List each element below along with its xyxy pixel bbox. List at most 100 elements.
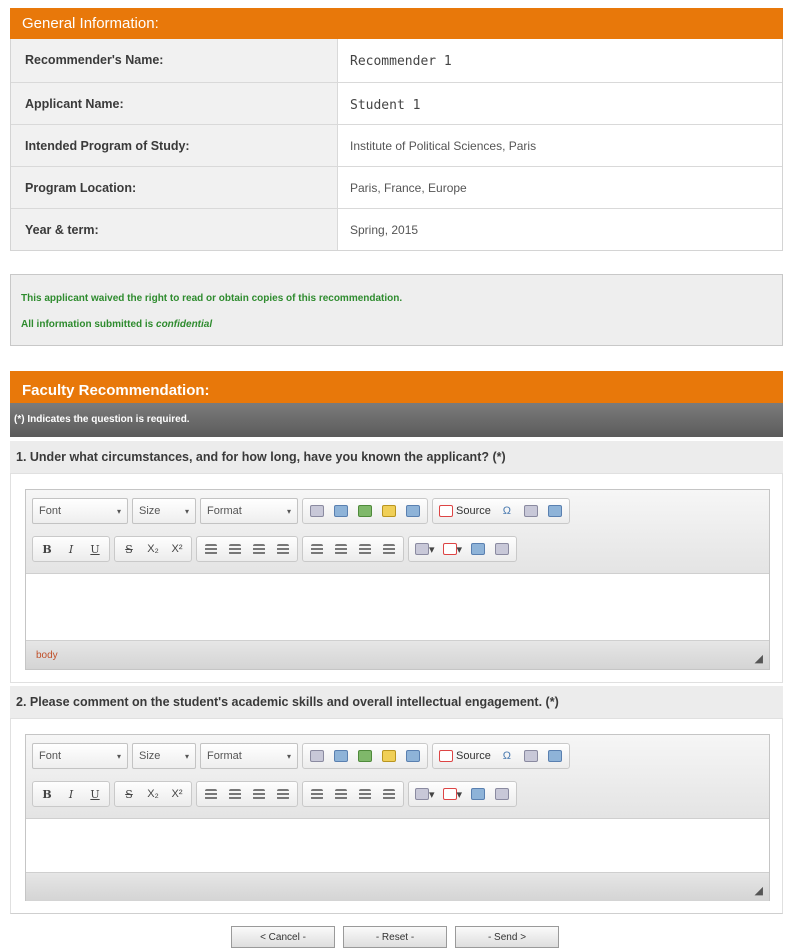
special-char-icon[interactable]: Ω [496, 500, 518, 522]
anchor-icon[interactable] [330, 500, 352, 522]
list-group [302, 536, 404, 562]
list-group [302, 781, 404, 807]
format-combo[interactable]: Format ▾ [200, 743, 298, 769]
align-justify-icon[interactable] [272, 783, 294, 805]
text-color-icon[interactable]: ▾ [412, 538, 438, 560]
font-combo[interactable]: Font ▾ [32, 498, 128, 524]
preview-icon[interactable] [491, 538, 513, 560]
editor-content-area[interactable] [26, 574, 769, 640]
page-break-icon[interactable] [520, 745, 542, 767]
align-right-icon[interactable] [248, 538, 270, 560]
indent-icon[interactable] [378, 783, 400, 805]
strikethrough-button[interactable]: S [118, 538, 140, 560]
reset-button[interactable]: - Reset - [343, 926, 447, 948]
text-color-icon[interactable]: ▾ [412, 783, 438, 805]
info-row-recommender: Recommender's Name: Recommender 1 [11, 39, 782, 82]
bulleted-list-icon[interactable] [330, 538, 352, 560]
maximize-icon[interactable] [544, 500, 566, 522]
preview-icon[interactable] [491, 783, 513, 805]
maximize-icon[interactable] [544, 745, 566, 767]
remove-format-icon[interactable] [467, 538, 489, 560]
bg-color-icon[interactable]: ▾ [440, 783, 466, 805]
align-left-icon[interactable] [200, 538, 222, 560]
subscript-button[interactable]: X₂ [142, 783, 164, 805]
bg-color-icon[interactable]: ▾ [440, 538, 466, 560]
outdent-icon[interactable] [354, 538, 376, 560]
font-combo-label: Font [39, 750, 62, 762]
info-label: Program Location: [11, 167, 337, 208]
element-path[interactable]: body [36, 650, 58, 661]
underline-button[interactable]: U [84, 538, 106, 560]
link-icon[interactable] [306, 500, 328, 522]
numbered-list-icon[interactable] [306, 783, 328, 805]
underline-button[interactable]: U [84, 783, 106, 805]
format-combo-label: Format [207, 505, 242, 517]
strikethrough-button[interactable]: S [118, 783, 140, 805]
resize-handle-icon[interactable]: ◢ [755, 652, 763, 665]
size-combo[interactable]: Size ▾ [132, 498, 196, 524]
color-group: ▾ ▾ [408, 536, 518, 562]
source-icon [439, 750, 453, 762]
align-center-icon[interactable] [224, 538, 246, 560]
basic-style-group: B I U [32, 536, 110, 562]
format-combo-label: Format [207, 750, 242, 762]
italic-button[interactable]: I [60, 783, 82, 805]
insert-group [302, 743, 428, 769]
table-icon[interactable] [402, 500, 424, 522]
confidential-text: All information submitted is confidentia… [21, 319, 212, 330]
bulleted-list-icon[interactable] [330, 783, 352, 805]
info-row-program: Intended Program of Study: Institute of … [11, 124, 782, 166]
flash-icon[interactable] [378, 745, 400, 767]
editor-toolbar: Font ▾ Size ▾ Format ▾ Source Ω B I U S … [26, 735, 769, 819]
font-combo-label: Font [39, 505, 62, 517]
superscript-button[interactable]: X² [166, 538, 188, 560]
subscript-button[interactable]: X₂ [142, 538, 164, 560]
size-combo-label: Size [139, 505, 161, 517]
remove-format-icon[interactable] [467, 783, 489, 805]
table-icon[interactable] [402, 745, 424, 767]
special-char-icon[interactable]: Ω [496, 745, 518, 767]
question-2: 2. Please comment on the student's acade… [10, 686, 783, 718]
bold-button[interactable]: B [36, 538, 58, 560]
color-group: ▾ ▾ [408, 781, 518, 807]
align-center-icon[interactable] [224, 783, 246, 805]
chevron-down-icon: ▾ [184, 506, 189, 516]
cancel-button[interactable]: < Cancel - [231, 926, 335, 948]
italic-button[interactable]: I [60, 538, 82, 560]
editor-status-bar: ◢ [26, 872, 769, 901]
superscript-button[interactable]: X² [166, 783, 188, 805]
align-group [196, 536, 298, 562]
info-label: Recommender's Name: [11, 39, 337, 82]
editor-content-area[interactable] [26, 819, 769, 872]
indent-icon[interactable] [378, 538, 400, 560]
info-label: Year & term: [11, 209, 337, 250]
program-value: Institute of Political Sciences, Paris [337, 125, 782, 166]
applicant-name-value: Student 1 [337, 83, 782, 124]
source-button[interactable]: Source [436, 500, 494, 522]
page-break-icon[interactable] [520, 500, 542, 522]
font-combo[interactable]: Font ▾ [32, 743, 128, 769]
link-icon[interactable] [306, 745, 328, 767]
flash-icon[interactable] [378, 500, 400, 522]
resize-handle-icon[interactable]: ◢ [755, 884, 763, 897]
align-justify-icon[interactable] [272, 538, 294, 560]
chevron-down-icon: ▾ [116, 751, 121, 761]
image-icon[interactable] [354, 500, 376, 522]
editor-1-container: Font ▾ Size ▾ Format ▾ Source Ω B I U S … [10, 473, 783, 683]
align-left-icon[interactable] [200, 783, 222, 805]
confidential-emphasis: confidential [156, 319, 213, 330]
format-combo[interactable]: Format ▾ [200, 498, 298, 524]
numbered-list-icon[interactable] [306, 538, 328, 560]
size-combo[interactable]: Size ▾ [132, 743, 196, 769]
anchor-icon[interactable] [330, 745, 352, 767]
outdent-icon[interactable] [354, 783, 376, 805]
general-information-header: General Information: [10, 8, 783, 39]
align-right-icon[interactable] [248, 783, 270, 805]
form-actions: < Cancel - - Reset - - Send > [231, 926, 559, 948]
source-group: Source Ω [432, 743, 570, 769]
source-button[interactable]: Source [436, 745, 494, 767]
bold-button[interactable]: B [36, 783, 58, 805]
align-group [196, 781, 298, 807]
send-button[interactable]: - Send > [455, 926, 559, 948]
image-icon[interactable] [354, 745, 376, 767]
